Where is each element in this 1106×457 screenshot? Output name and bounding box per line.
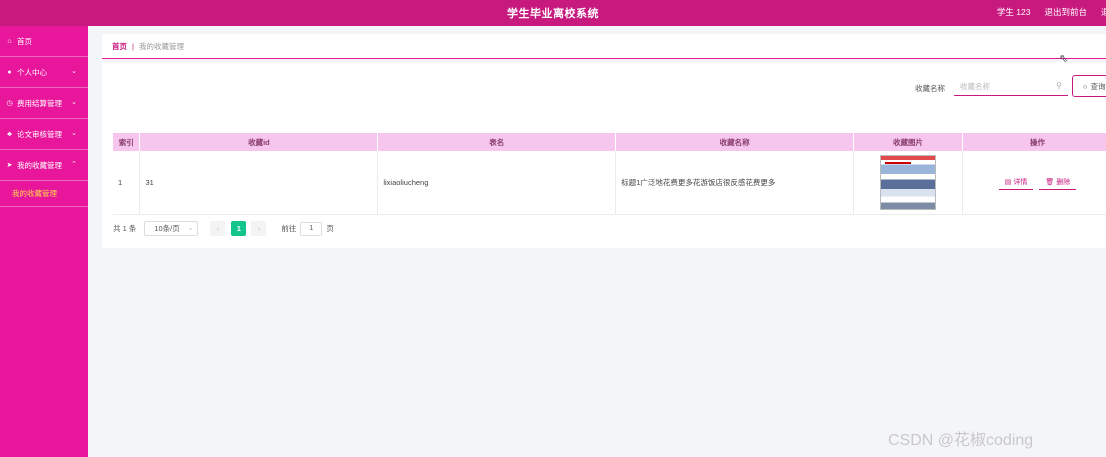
chevron-down-icon: ⌄	[71, 68, 77, 75]
cell-index: 1	[113, 151, 141, 215]
watermark: CSDN @花椒coding	[888, 432, 1034, 449]
column-header-favorite-name: 收藏名称	[615, 133, 855, 151]
table-header-row: 索引 收藏id 表名 收藏名称 收藏图片 操作	[113, 133, 1106, 151]
logout-link[interactable]: 退出	[1101, 6, 1106, 18]
back-to-front-link[interactable]: 退出到前台	[1044, 6, 1087, 18]
paper-plane-icon: ➤	[6, 162, 13, 169]
sidebar-item-fee-settlement[interactable]: ◷ 费用结算管理 ⌄	[0, 88, 88, 119]
cell-id: 31	[139, 151, 379, 215]
chevron-down-icon: ⌄	[187, 225, 194, 232]
page-size-select[interactable]: 10条/页 ⌄	[144, 221, 199, 236]
top-bar: 学生毕业离校系统 学生 123 退出到前台 退出	[0, 0, 1106, 26]
header-actions: 学生 123 退出到前台 退出	[997, 6, 1106, 18]
home-icon: ⌂	[7, 37, 12, 45]
sidebar-item-label: 费用结算管理	[17, 98, 62, 108]
app-title: 学生毕业离校系统	[507, 8, 599, 20]
favorite-thumbnail[interactable]	[880, 154, 937, 210]
column-header-id: 收藏id	[139, 133, 379, 151]
page-number-current[interactable]: 1	[231, 221, 247, 236]
table-row: 1 31 lixiaoliucheng 标题1广泛地花费更多花游饭店很反感花费更…	[113, 151, 1106, 215]
cell-actions: ▤ 详情 🗑 删除	[962, 151, 1106, 215]
page-size-value: 10条/页	[154, 224, 180, 233]
delete-button[interactable]: 🗑 删除	[1039, 175, 1077, 190]
detail-button[interactable]: ▤ 详情	[998, 175, 1034, 190]
breadcrumb-separator: |	[132, 41, 134, 51]
content-panel: 收藏名称 收藏名称 ⚲ ○ 查询 索引 收藏id 表名 收藏名称 收藏图片 操作…	[102, 62, 1106, 248]
trash-icon: 🗑	[1045, 178, 1057, 186]
goto-page-input[interactable]: 1	[300, 221, 323, 236]
chevron-down-icon: ⌄	[71, 99, 77, 106]
user-label: 学生 123	[996, 7, 1031, 17]
search-button-icon: ○	[1083, 81, 1088, 91]
chevron-up-icon: ⌃	[71, 161, 77, 168]
sidebar-item-thesis-review[interactable]: ♣ 论文审核管理 ⌄	[0, 119, 88, 150]
pagination: 共 1 条 10条/页 ⌄ ‹ 1 › 前往 1 页	[113, 221, 334, 236]
search-input[interactable]: 收藏名称 ⚲	[954, 77, 1068, 96]
cell-favorite-image	[853, 151, 964, 215]
sidebar-item-my-favorites[interactable]: ➤ 我的收藏管理 ⌃	[0, 150, 88, 181]
goto-suffix: 页	[326, 224, 334, 233]
search-icon: ⚲	[1056, 81, 1062, 90]
favorites-table: 索引 收藏id 表名 收藏名称 收藏图片 操作 1 31 lixiaoliuch…	[113, 133, 1106, 215]
column-header-favorite-image: 收藏图片	[853, 133, 964, 151]
breadcrumb-current: 我的收藏管理	[138, 41, 184, 51]
delete-button-label: 删除	[1056, 178, 1071, 186]
column-header-actions: 操作	[962, 133, 1106, 151]
mouse-cursor-icon: ⇖	[1059, 53, 1069, 65]
user-icon: ●	[7, 68, 12, 76]
sidebar-item-label: 个人中心	[17, 67, 47, 77]
cell-favorite-name: 标题1广泛地花费更多花游饭店很反感花费更多	[615, 151, 855, 215]
sidebar-item-label: 首页	[17, 36, 32, 46]
sidebar-subitem-my-favorites[interactable]: 我的收藏管理	[0, 181, 88, 207]
clock-icon: ◷	[6, 100, 13, 107]
column-header-index: 索引	[113, 133, 141, 151]
sidebar-item-home[interactable]: ⌂ 首页	[0, 26, 88, 57]
search-placeholder: 收藏名称	[960, 81, 990, 91]
sidebar-item-personal-center[interactable]: ● 个人中心 ⌄	[0, 57, 88, 88]
breadcrumb-home[interactable]: 首页	[112, 41, 127, 52]
search-label: 收藏名称	[915, 84, 945, 93]
next-page-button[interactable]: ›	[251, 221, 267, 236]
thumbs-up-icon: ♣	[7, 130, 12, 138]
pagination-total: 共 1 条	[113, 224, 137, 233]
search-button[interactable]: ○ 查询	[1072, 75, 1106, 97]
sidebar-item-label: 论文审核管理	[17, 129, 62, 139]
column-header-table-name: 表名	[377, 133, 617, 151]
detail-button-label: 详情	[1013, 178, 1028, 186]
sidebar-item-label: 我的收藏管理	[17, 160, 62, 170]
chevron-down-icon: ⌄	[71, 130, 77, 137]
prev-page-button[interactable]: ‹	[210, 221, 226, 236]
search-button-label: 查询	[1090, 81, 1106, 91]
breadcrumb: 首页 | 我的收藏管理	[102, 34, 1106, 59]
cell-table-name: lixiaoliucheng	[377, 151, 617, 215]
goto-prefix: 前往	[281, 224, 297, 233]
sidebar: ⌂ 首页 ● 个人中心 ⌄ ◷ 费用结算管理 ⌄ ♣ 论文审核管理 ⌄ ➤ 我的…	[0, 26, 88, 457]
